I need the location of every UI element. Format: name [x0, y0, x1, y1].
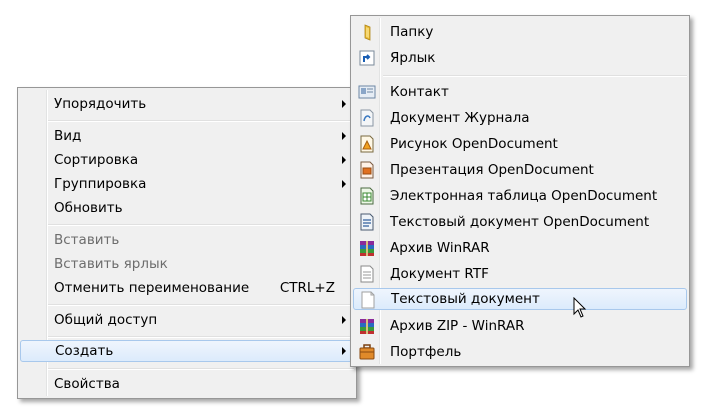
menu-item-label: Текстовый документ: [391, 291, 540, 307]
new-briefcase-item[interactable]: Портфель: [353, 341, 687, 363]
menu-item-label: Контакт: [390, 84, 449, 100]
menu-item-label: Обновить: [54, 200, 123, 216]
new-rtf-item[interactable]: Документ RTF: [353, 263, 687, 285]
new-folder-item[interactable]: Папку: [353, 21, 687, 43]
new-contact-item[interactable]: Контакт: [353, 81, 687, 103]
menu-item-label: Текстовый документ OpenDocument: [390, 214, 650, 230]
menu-item-share[interactable]: Общий доступ: [20, 309, 354, 331]
new-text-document-item[interactable]: Текстовый документ: [353, 288, 687, 310]
new-zip-item[interactable]: Архив ZIP - WinRAR: [353, 315, 687, 337]
menu-item-label: Портфель: [390, 344, 462, 360]
menu-item-undo-rename[interactable]: Отменить переименование CTRL+Z: [20, 277, 354, 299]
menu-item-label: Свойства: [54, 376, 120, 392]
menu-item-label: Папку: [390, 24, 434, 40]
menu-separator: [383, 75, 687, 77]
submenu-arrow-icon: [342, 180, 346, 188]
mouse-cursor-icon: [573, 297, 587, 318]
new-odp-item[interactable]: Презентация OpenDocument: [353, 159, 687, 181]
menu-separator: [48, 224, 354, 226]
menu-item-label: Создать: [55, 343, 114, 359]
folder-icon: [364, 24, 371, 41]
menu-item-refresh[interactable]: Обновить: [20, 197, 354, 219]
winrar-archive-icon: [360, 241, 374, 256]
submenu-arrow-icon: [342, 156, 346, 164]
menu-item-new[interactable]: Создать: [20, 340, 354, 362]
desktop-context-menu: Упорядочить Вид Сортировка Группировка О…: [17, 87, 357, 399]
rtf-document-icon: [360, 265, 374, 283]
menu-item-label: Рисунок OpenDocument: [390, 136, 558, 152]
new-rar-item[interactable]: Архив WinRAR: [353, 237, 687, 259]
menu-item-label: Документ Журнала: [390, 110, 530, 126]
menu-item-label: Группировка: [54, 176, 147, 192]
submenu-arrow-icon: [342, 132, 346, 140]
menu-item-view[interactable]: Вид: [20, 125, 354, 147]
shortcut-icon: [359, 50, 375, 66]
opendocument-drawing-icon: [360, 135, 374, 153]
menu-item-properties[interactable]: Свойства: [20, 373, 354, 395]
briefcase-icon: [359, 344, 375, 360]
menu-item-label: Архив ZIP - WinRAR: [390, 318, 525, 334]
menu-item-label: Вид: [54, 128, 82, 144]
opendocument-text-icon: [360, 213, 374, 231]
menu-item-label: Сортировка: [54, 152, 139, 168]
new-journal-item[interactable]: Документ Журнала: [353, 107, 687, 129]
new-ods-item[interactable]: Электронная таблица OpenDocument: [353, 185, 687, 207]
menu-separator: [48, 368, 354, 370]
menu-item-label: Общий доступ: [54, 312, 158, 328]
menu-item-label: Документ RTF: [390, 266, 489, 282]
menu-item-label: Электронная таблица OpenDocument: [390, 188, 658, 204]
journal-document-icon: [360, 109, 374, 127]
menu-item-arrange[interactable]: Упорядочить: [20, 93, 354, 115]
new-odg-item[interactable]: Рисунок OpenDocument: [353, 133, 687, 155]
menu-item-label: Вставить ярлык: [54, 256, 168, 272]
menu-item-label: Презентация OpenDocument: [390, 162, 594, 178]
menu-item-label: Вставить: [54, 232, 120, 248]
keyboard-shortcut: CTRL+Z: [279, 280, 335, 296]
submenu-arrow-icon: [342, 316, 346, 324]
menu-item-label: Отменить переименование: [54, 280, 250, 296]
new-shortcut-item[interactable]: Ярлык: [353, 47, 687, 69]
new-submenu: Папку Ярлык Контакт Документ Журнала Рис…: [350, 15, 690, 367]
menu-item-group[interactable]: Группировка: [20, 173, 354, 195]
menu-item-paste-shortcut: Вставить ярлык: [20, 253, 354, 275]
menu-item-sort[interactable]: Сортировка: [20, 149, 354, 171]
submenu-arrow-icon: [342, 100, 346, 108]
menu-separator: [48, 120, 354, 122]
new-odt-item[interactable]: Текстовый документ OpenDocument: [353, 211, 687, 233]
menu-item-label: Архив WinRAR: [390, 240, 490, 256]
submenu-arrow-icon: [342, 347, 346, 355]
text-document-icon: [361, 291, 375, 309]
opendocument-presentation-icon: [360, 161, 374, 179]
contact-icon: [358, 85, 376, 99]
opendocument-spreadsheet-icon: [360, 187, 374, 205]
menu-separator: [48, 336, 354, 338]
menu-item-label: Упорядочить: [54, 96, 147, 112]
menu-item-label: Ярлык: [390, 50, 436, 66]
menu-separator: [48, 304, 354, 306]
zip-archive-icon: [360, 319, 374, 334]
menu-item-paste: Вставить: [20, 229, 354, 251]
